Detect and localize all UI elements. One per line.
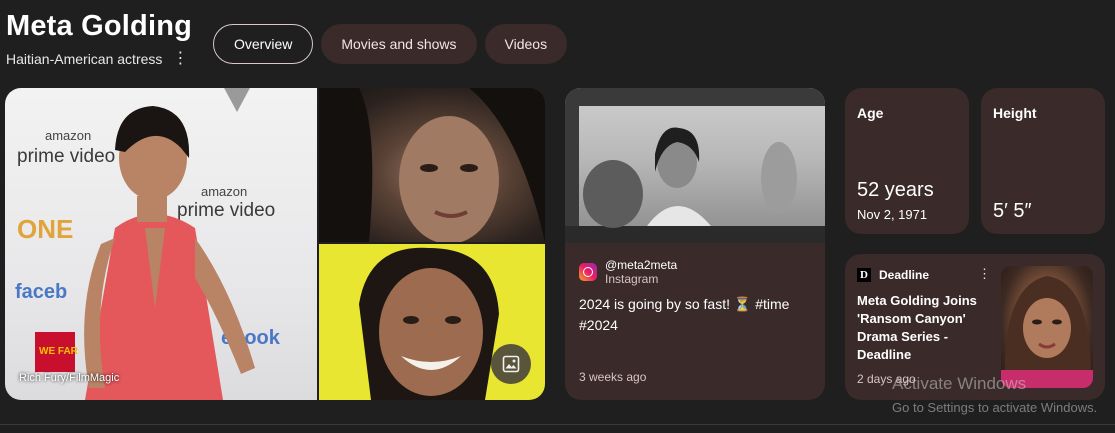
image-gallery-button[interactable] (491, 344, 531, 384)
eye-right (1052, 319, 1062, 325)
instagram-handle[interactable]: @meta2meta (605, 258, 677, 272)
entity-subtitle: Haitian-American actress ⋮ (6, 51, 188, 68)
eye-right (445, 316, 461, 324)
eye-left (403, 316, 419, 324)
instagram-post-text: 2024 is going by so fast! ⏳ #time #2024 (579, 296, 790, 333)
face (399, 116, 499, 242)
tab-bar: Overview Movies and shows Videos (213, 24, 568, 64)
instagram-source: Instagram (605, 272, 659, 286)
main-photo[interactable]: amazon prime video amazon prime video ON… (5, 88, 317, 400)
tab-overview[interactable]: Overview (213, 24, 314, 64)
tab-videos[interactable]: Videos (484, 24, 568, 64)
image-gallery-icon (502, 355, 520, 373)
deadline-logo-icon: D (857, 268, 871, 282)
screen-frame-bottom (565, 226, 825, 243)
instagram-post-image (565, 88, 825, 243)
height-card[interactable]: Height 5′ 5″ (981, 88, 1105, 234)
page-title: Meta Golding (6, 10, 193, 42)
silhouette (583, 160, 643, 228)
eye-left (420, 164, 438, 172)
height-value: 5′ 5″ (993, 200, 1032, 222)
image-gallery[interactable]: amazon prime video amazon prime video ON… (5, 88, 545, 400)
face (1023, 298, 1071, 358)
backdrop-text-one: ONE (17, 214, 73, 244)
more-options-icon[interactable]: ⋮ (172, 51, 188, 67)
birth-date: Nov 2, 1971 (857, 207, 928, 222)
backdrop-text-prime-1: prime video (17, 146, 115, 167)
instagram-post-card[interactable]: @meta2meta Instagram 2024 is going by so… (565, 88, 825, 400)
portrait-illustration-1 (319, 88, 545, 242)
news-thumbnail[interactable] (1001, 266, 1093, 388)
backdrop-text-amazon-1: amazon (45, 128, 91, 143)
news-source: D Deadline (857, 268, 929, 282)
hair-left (319, 88, 373, 242)
face (379, 268, 483, 396)
backdrop-text-facebook: faceb (15, 281, 67, 303)
hand (761, 142, 797, 214)
instagram-post-header: @meta2meta Instagram (579, 258, 677, 286)
news-headline[interactable]: Meta Golding Joins 'Ransom Canyon' Drama… (857, 292, 987, 364)
neck (137, 196, 167, 222)
age-value: 52 years (857, 179, 934, 201)
award-statue (224, 88, 250, 112)
photo-credit: Rich Fury/FilmMagic (19, 372, 120, 384)
backdrop-text-wells: WE FAR (39, 346, 79, 357)
activate-windows-hint: Go to Settings to activate Windows. (892, 400, 1098, 415)
instagram-meta: @meta2meta Instagram (597, 258, 677, 286)
news-portrait-illustration (1001, 276, 1093, 388)
news-more-options-icon[interactable]: ⋮ (978, 266, 991, 282)
backdrop-text-prime-2: prime video (177, 200, 275, 221)
film-set-illustration (565, 88, 825, 243)
age-card[interactable]: Age 52 years Nov 2, 1971 (845, 88, 969, 234)
activate-windows-watermark: Activate Windows (892, 374, 1027, 393)
shirt (647, 206, 711, 226)
instagram-post-time: 3 weeks ago (579, 370, 647, 384)
portrait-photo-bottom[interactable] (319, 244, 545, 400)
red-carpet-photo-illustration: amazon prime video amazon prime video ON… (15, 88, 281, 400)
instagram-icon (579, 263, 597, 281)
eye-right (460, 164, 478, 172)
portrait-photo-top[interactable] (319, 88, 545, 242)
news-source-name: Deadline (879, 268, 930, 282)
screen-frame-left (565, 106, 579, 226)
backdrop-text-amazon-2: amazon (201, 184, 247, 199)
height-label: Height (993, 105, 1037, 121)
tab-movies-and-shows[interactable]: Movies and shows (321, 24, 477, 64)
screen-frame-top (565, 88, 825, 106)
age-label: Age (857, 105, 884, 121)
section-divider (0, 424, 1115, 425)
subtitle-text: Haitian-American actress (6, 51, 163, 67)
eye-left (1032, 319, 1042, 325)
